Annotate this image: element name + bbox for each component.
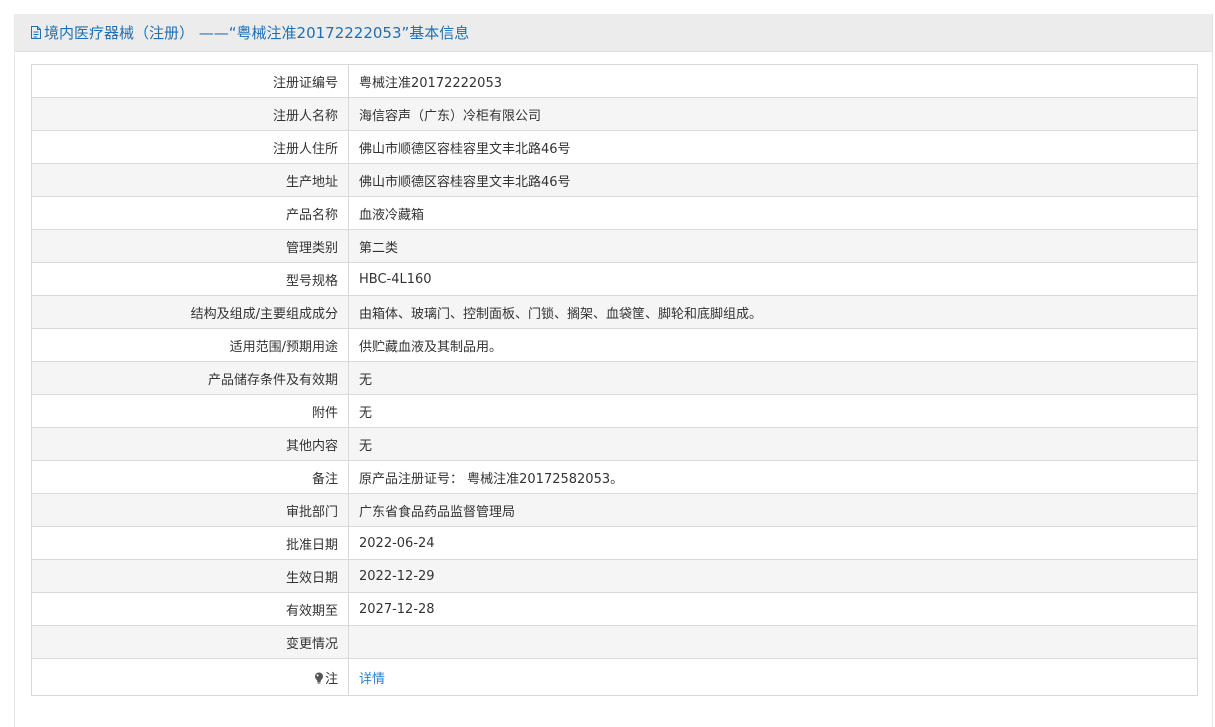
lightbulb-icon (314, 672, 324, 684)
row-label-attachments: 附件 (31, 394, 349, 428)
row-label-approval-department: 审批部门 (31, 493, 349, 527)
table-row: 产品储存条件及有效期 无 (31, 361, 1198, 395)
table-row: 审批部门 广东省食品药品监督管理局 (31, 493, 1198, 527)
row-value-registration-number: 粤械注准20172222053 (348, 64, 1198, 98)
row-value-registrant-address: 佛山市顺德区容桂容里文丰北路46号 (348, 130, 1198, 164)
table-row: 管理类别 第二类 (31, 229, 1198, 263)
table-row: 批准日期 2022-06-24 (31, 526, 1198, 560)
table-row: 生效日期 2022-12-29 (31, 559, 1198, 593)
table-row: 其他内容 无 (31, 427, 1198, 461)
table-row: 附件 无 (31, 394, 1198, 428)
info-panel: 境内医疗器械（注册） ——“粤械注准20172222053”基本信息 注册证编号… (14, 14, 1213, 727)
row-label-registrant-name: 注册人名称 (31, 97, 349, 131)
row-value-change-status (348, 625, 1198, 659)
row-label-change-status: 变更情况 (31, 625, 349, 659)
row-label-storage-conditions: 产品储存条件及有效期 (31, 361, 349, 395)
row-label-product-name: 产品名称 (31, 196, 349, 230)
table-row-note: 注 详情 (31, 658, 1198, 696)
row-value-model-spec: HBC-4L160 (348, 262, 1198, 296)
table-row: 生产地址 佛山市顺德区容桂容里文丰北路46号 (31, 163, 1198, 197)
table-row: 型号规格 HBC-4L160 (31, 262, 1198, 296)
row-label-registration-number: 注册证编号 (31, 64, 349, 98)
row-value-note: 详情 (348, 658, 1198, 696)
row-value-registrant-name: 海信容声（广东）冷柜有限公司 (348, 97, 1198, 131)
table-row: 结构及组成/主要组成成分 由箱体、玻璃门、控制面板、门锁、搁架、血袋筐、脚轮和底… (31, 295, 1198, 329)
note-label: 注 (324, 671, 338, 687)
table-row: 注册人名称 海信容声（广东）冷柜有限公司 (31, 97, 1198, 131)
row-label-registrant-address: 注册人住所 (31, 130, 349, 164)
row-label-note: 注 (31, 658, 349, 696)
row-label-production-address: 生产地址 (31, 163, 349, 197)
details-link[interactable]: 详情 (359, 672, 385, 687)
table-row: 注册证编号 粤械注准20172222053 (31, 64, 1198, 98)
row-value-remarks: 原产品注册证号： 粤械注准20172582053。 (348, 460, 1198, 494)
panel-header: 境内医疗器械（注册） ——“粤械注准20172222053”基本信息 (15, 14, 1212, 52)
table-row: 备注 原产品注册证号： 粤械注准20172582053。 (31, 460, 1198, 494)
row-value-production-address: 佛山市顺德区容桂容里文丰北路46号 (348, 163, 1198, 197)
row-value-other-content: 无 (348, 427, 1198, 461)
row-value-storage-conditions: 无 (348, 361, 1198, 395)
row-label-other-content: 其他内容 (31, 427, 349, 461)
row-value-approval-date: 2022-06-24 (348, 526, 1198, 560)
row-label-remarks: 备注 (31, 460, 349, 494)
table-row: 变更情况 (31, 625, 1198, 659)
row-label-valid-until: 有效期至 (31, 592, 349, 626)
table-row: 注册人住所 佛山市顺德区容桂容里文丰北路46号 (31, 130, 1198, 164)
document-icon (31, 26, 41, 39)
info-table: 注册证编号 粤械注准20172222053 注册人名称 海信容声（广东）冷柜有限… (31, 64, 1198, 696)
table-row: 适用范围/预期用途 供贮藏血液及其制品用。 (31, 328, 1198, 362)
row-value-intended-use: 供贮藏血液及其制品用。 (348, 328, 1198, 362)
row-value-management-class: 第二类 (348, 229, 1198, 263)
row-label-management-class: 管理类别 (31, 229, 349, 263)
row-label-approval-date: 批准日期 (31, 526, 349, 560)
table-row: 有效期至 2027-12-28 (31, 592, 1198, 626)
row-label-structure-composition: 结构及组成/主要组成成分 (31, 295, 349, 329)
row-label-effective-date: 生效日期 (31, 559, 349, 593)
row-label-model-spec: 型号规格 (31, 262, 349, 296)
info-table-wrapper: 注册证编号 粤械注准20172222053 注册人名称 海信容声（广东）冷柜有限… (31, 64, 1198, 696)
row-value-attachments: 无 (348, 394, 1198, 428)
page-title: 境内医疗器械（注册） ——“粤械注准20172222053”基本信息 (44, 24, 470, 42)
row-value-valid-until: 2027-12-28 (348, 592, 1198, 626)
row-value-product-name: 血液冷藏箱 (348, 196, 1198, 230)
row-value-structure-composition: 由箱体、玻璃门、控制面板、门锁、搁架、血袋筐、脚轮和底脚组成。 (348, 295, 1198, 329)
row-value-effective-date: 2022-12-29 (348, 559, 1198, 593)
table-row: 产品名称 血液冷藏箱 (31, 196, 1198, 230)
row-label-intended-use: 适用范围/预期用途 (31, 328, 349, 362)
row-value-approval-department: 广东省食品药品监督管理局 (348, 493, 1198, 527)
